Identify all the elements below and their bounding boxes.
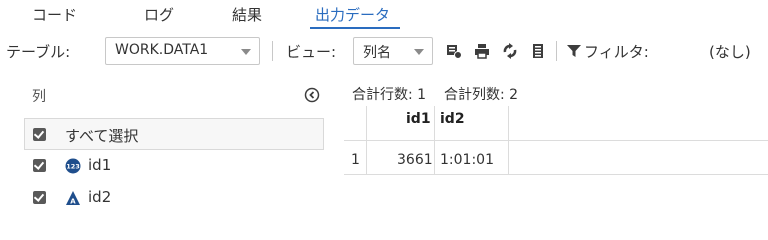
toolbar-divider <box>556 41 557 61</box>
collapse-panel-icon[interactable] <box>304 87 320 103</box>
grid-line <box>366 106 367 174</box>
svg-text:123: 123 <box>66 163 80 171</box>
format-icon[interactable] <box>446 43 462 59</box>
columns-icon[interactable] <box>530 43 546 59</box>
filter-icon[interactable] <box>566 43 582 59</box>
column-name: id2 <box>88 188 112 206</box>
tab-results[interactable]: 結果 <box>232 4 262 28</box>
table-cell[interactable]: 1:01:01 <box>440 152 494 168</box>
filter-value: (なし) <box>709 43 751 61</box>
view-label: ビュー: <box>286 43 337 61</box>
column-name: id1 <box>88 156 112 174</box>
grid-line <box>344 140 768 141</box>
toolbar-divider <box>272 41 273 61</box>
list-item[interactable]: 123 id1 <box>24 150 324 182</box>
character-icon: A <box>66 191 80 206</box>
table-label: テーブル: <box>6 43 71 61</box>
select-all-row[interactable]: すべて選択 <box>24 118 324 150</box>
row-number: 1 <box>351 152 360 168</box>
select-all-checkbox[interactable] <box>33 128 46 141</box>
column-checkbox[interactable] <box>33 191 46 204</box>
refresh-icon[interactable] <box>502 43 518 59</box>
table-cell[interactable]: 3661 <box>397 152 433 168</box>
columns-panel: 列 すべて選択 123 id1 A id2 <box>0 78 332 226</box>
select-all-label: すべて選択 <box>65 127 139 145</box>
tab-code[interactable]: コード <box>32 4 77 28</box>
view-select-value: 列名 <box>363 45 391 61</box>
data-table-panel: 合計行数: 1 合計列数: 2 id1 id2 1 3661 1:01:01 <box>344 78 768 226</box>
numeric-icon: 123 <box>65 158 81 174</box>
grid-line <box>344 174 768 175</box>
column-header-id1[interactable]: id1 <box>406 111 431 127</box>
data-grid: id1 id2 1 3661 1:01:01 <box>344 106 768 175</box>
row-count: 合計行数: 1 <box>352 87 427 103</box>
toolbar: テーブル: WORK.DATA1 ビュー: 列名 フィルタ: (なし) <box>0 32 768 70</box>
tab-output-data[interactable]: 出力データ <box>315 4 390 28</box>
print-icon[interactable] <box>474 43 490 59</box>
chevron-down-icon <box>241 49 251 55</box>
tab-bar: コード ログ 結果 出力データ <box>0 0 768 32</box>
column-header-id2[interactable]: id2 <box>440 111 465 127</box>
table-select-value: WORK.DATA1 <box>115 42 209 58</box>
columns-header: 列 <box>32 89 46 105</box>
column-count: 合計列数: 2 <box>444 87 519 103</box>
table-select[interactable]: WORK.DATA1 <box>105 37 260 65</box>
filter-label: フィルタ: <box>584 43 649 61</box>
svg-text:A: A <box>70 198 76 206</box>
tab-log[interactable]: ログ <box>144 4 174 28</box>
list-item[interactable]: A id2 <box>24 182 324 214</box>
active-tab-indicator <box>310 27 400 29</box>
chevron-down-icon <box>414 49 424 55</box>
view-select[interactable]: 列名 <box>353 37 433 65</box>
grid-line <box>434 106 435 174</box>
grid-line <box>508 106 509 174</box>
column-checkbox[interactable] <box>33 159 46 172</box>
